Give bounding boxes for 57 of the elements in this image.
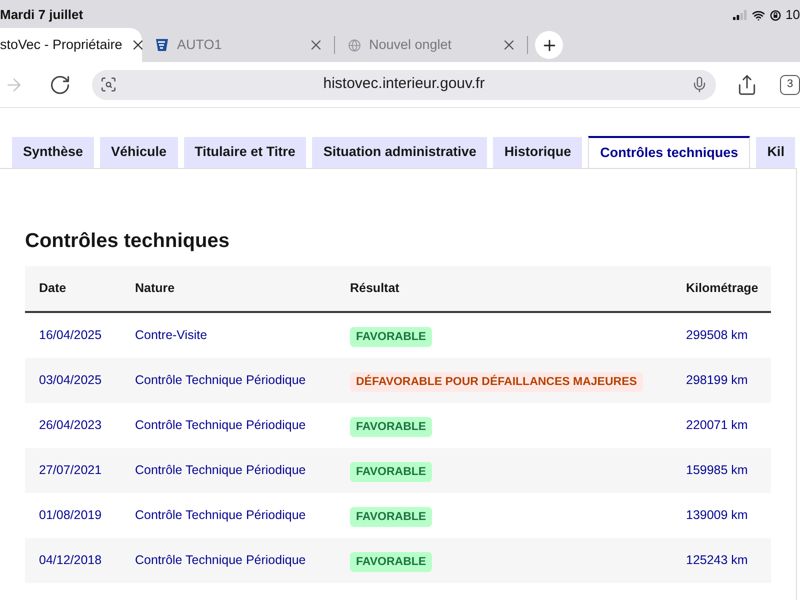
- microphone-icon[interactable]: [691, 76, 708, 93]
- result-badge: FAVORABLE: [350, 416, 432, 436]
- battery-percent: 10: [786, 6, 800, 24]
- page-tab[interactable]: Véhicule: [100, 137, 178, 168]
- section-title: Contrôles techniques: [25, 229, 230, 254]
- tab-title: Nouvel onglet: [369, 36, 453, 54]
- nature-cell-text: Contrôle Technique Périodique: [135, 417, 307, 434]
- reload-button[interactable]: [49, 74, 71, 96]
- site-logo-icon: [155, 38, 169, 52]
- date-cell-text: 04/12/2018: [39, 552, 103, 570]
- date-cell-text: 16/04/2025: [39, 327, 103, 344]
- date-cell-text: 26/04/2023: [39, 417, 103, 434]
- new-tab-button[interactable]: [535, 31, 563, 59]
- rotation-lock-icon: [770, 10, 781, 20]
- tab-count-button[interactable]: 3: [780, 74, 800, 94]
- result-badge: FAVORABLE: [350, 462, 432, 482]
- reload-icon: [49, 74, 71, 96]
- page-tab[interactable]: Situation administrative: [312, 137, 488, 168]
- address-field[interactable]: histovec.interieur.gouv.fr: [92, 70, 716, 100]
- page-tab[interactable]: Titulaire et Titre: [184, 137, 306, 168]
- page-tab[interactable]: Kil: [756, 137, 796, 168]
- nature-cell-text: Contrôle Technique Périodique: [135, 372, 307, 390]
- page-tab[interactable]: Synthèse: [12, 137, 94, 168]
- mileage-cell-text: 220071 km: [686, 417, 749, 434]
- tab-title: stoVec - Propriétaire: [0, 36, 122, 54]
- column-header: Kilométrage: [686, 280, 760, 298]
- result-badge: FAVORABLE: [350, 326, 432, 346]
- result-badge: DÉFAVORABLE POUR DÉFAILLANCES MAJEURES: [350, 372, 643, 392]
- column-header: Nature: [135, 280, 176, 298]
- date-cell-text: 03/04/2025: [39, 372, 103, 390]
- mileage-cell-text: 298199 km: [686, 372, 749, 390]
- result-badge: FAVORABLE: [350, 552, 432, 572]
- browser-tab[interactable]: stoVec - Propriétaire: [0, 28, 142, 62]
- page-tab[interactable]: Contrôles techniques: [588, 136, 750, 168]
- url-text: histovec.interieur.gouv.fr: [322, 74, 486, 94]
- nature-cell-text: Contrôle Technique Périodique: [135, 507, 307, 524]
- nature-cell-text: Contrôle Technique Périodique: [135, 462, 307, 480]
- mileage-cell-text: 139009 km: [686, 507, 749, 524]
- column-header: Date: [39, 280, 68, 298]
- page-tab[interactable]: Historique: [493, 137, 582, 168]
- nature-cell-text: Contre-Visite: [135, 327, 208, 344]
- result-badge: FAVORABLE: [350, 506, 432, 526]
- mileage-cell-text: 125243 km: [686, 552, 749, 570]
- share-button[interactable]: [736, 72, 758, 96]
- signal-icon: [732, 10, 747, 20]
- column-header: Résultat: [350, 280, 400, 298]
- mileage-cell-text: 299508 km: [686, 327, 749, 344]
- share-icon: [736, 74, 758, 96]
- mileage-cell-text: 159985 km: [686, 462, 749, 480]
- tab-title: AUTO1: [177, 36, 223, 54]
- globe-icon: [348, 38, 361, 52]
- date-cell-text: 01/08/2019: [39, 507, 103, 524]
- wifi-icon: [752, 8, 765, 22]
- nature-cell-text: Contrôle Technique Périodique: [135, 552, 307, 570]
- status-date: Mardi 7 juillet: [0, 6, 84, 24]
- date-cell-text: 27/07/2021: [39, 462, 103, 480]
- scan-icon[interactable]: [100, 76, 117, 93]
